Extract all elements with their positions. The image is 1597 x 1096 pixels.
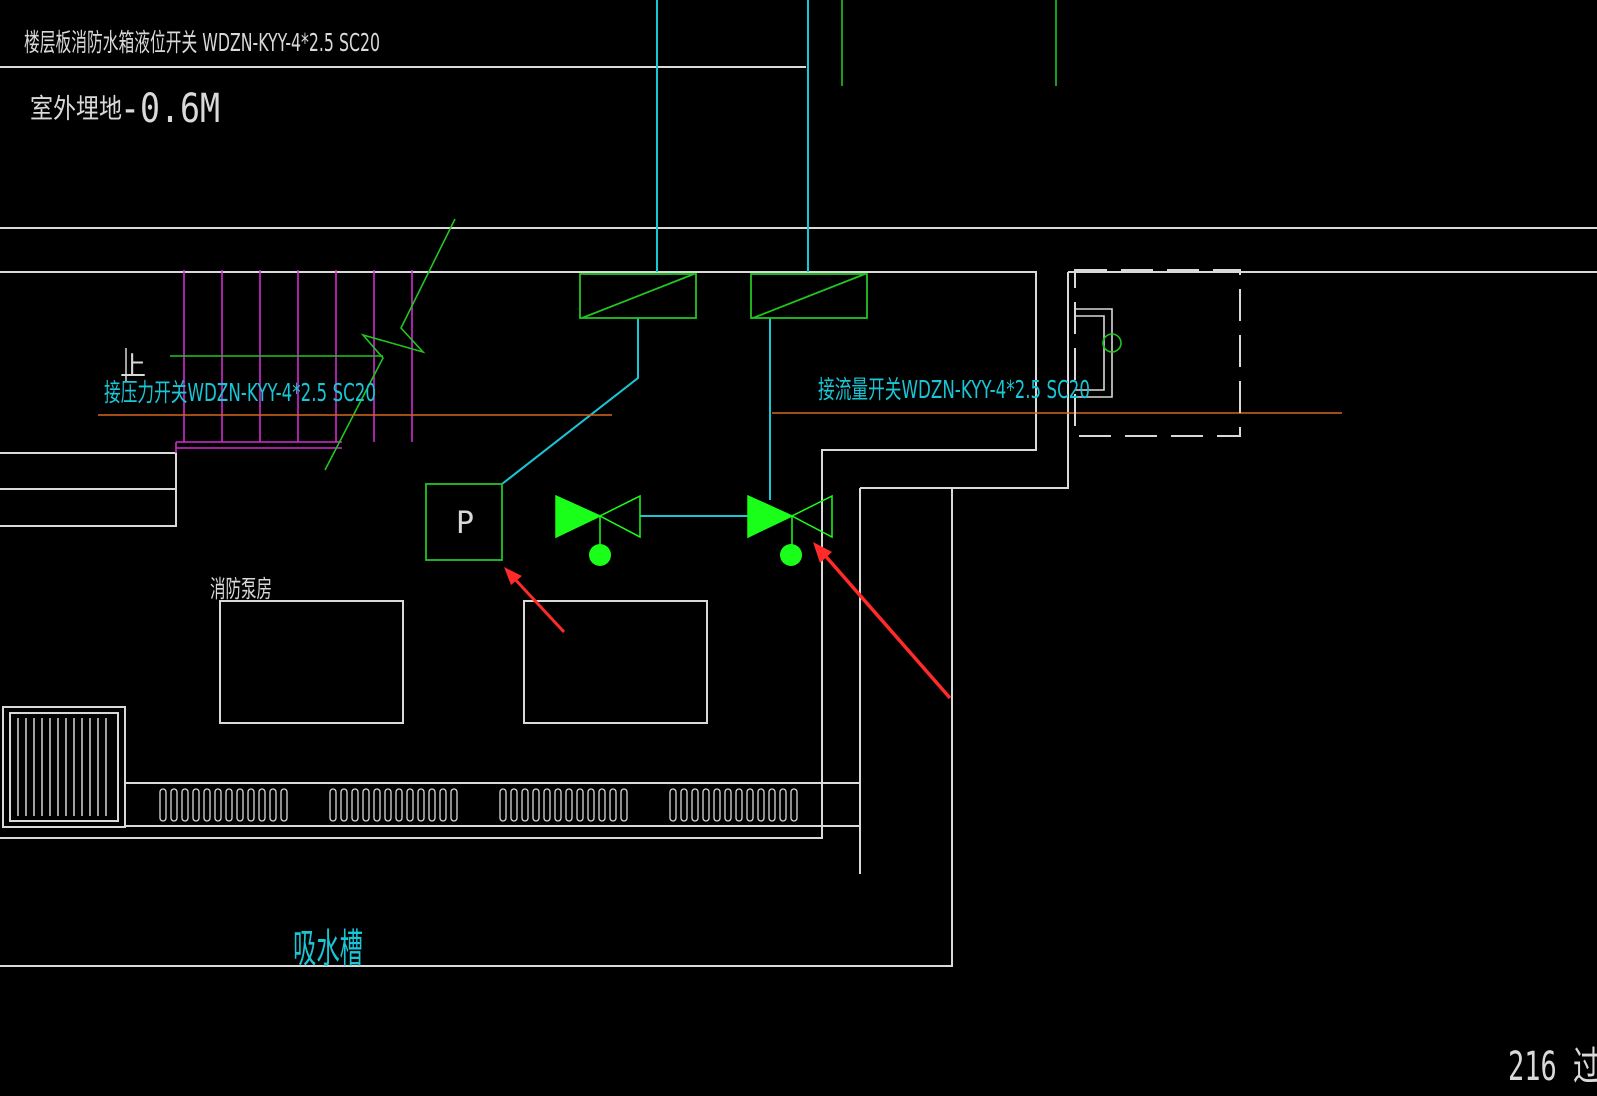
trench-slot <box>724 788 732 822</box>
trench-slot <box>702 788 710 822</box>
trench-slot <box>669 788 677 822</box>
trench-slot <box>779 788 787 822</box>
junction-box-left <box>579 273 697 319</box>
suction-tank-label: 吸水槽 <box>293 926 363 972</box>
trench-slot <box>192 788 200 822</box>
trench-slot <box>214 788 222 822</box>
trench-slot <box>565 788 573 822</box>
trench-slot <box>428 788 436 822</box>
dashed-equipment <box>1074 269 1241 437</box>
corner-label: 216 过 <box>1508 1044 1597 1090</box>
valve-left <box>555 494 641 566</box>
cables <box>501 0 809 517</box>
stair <box>175 270 413 453</box>
trench-slot <box>395 788 403 822</box>
trench-slot <box>170 788 178 822</box>
trench-slot <box>247 788 255 822</box>
trench-slot <box>521 788 529 822</box>
trench-slot <box>790 788 798 822</box>
trench-slot <box>757 788 765 822</box>
trench-slot <box>543 788 551 822</box>
break-line <box>324 218 456 471</box>
trench-slot <box>576 788 584 822</box>
trench-slot <box>181 788 189 822</box>
trench-slot <box>620 788 628 822</box>
trench-slot <box>598 788 606 822</box>
trench-slot <box>406 788 414 822</box>
trench-slot <box>554 788 562 822</box>
trench-slot <box>269 788 277 822</box>
trench-slot <box>362 788 370 822</box>
trench-slot <box>351 788 359 822</box>
outdoor-depth-label: -0.6M <box>120 86 220 132</box>
trench-slot <box>439 788 447 822</box>
sump-grate <box>17 718 107 816</box>
trench-drain <box>159 788 798 822</box>
trench-slot <box>713 788 721 822</box>
trench-slot <box>680 788 688 822</box>
trench-slot <box>746 788 754 822</box>
trench-slot <box>609 788 617 822</box>
outdoor-burial-label: 室外埋地 <box>30 94 122 125</box>
cable-label-right: 接流量开关WDZN-KYY-4*2.5 SC20 <box>818 375 1090 404</box>
trench-slot <box>203 788 211 822</box>
trench-slot <box>499 788 507 822</box>
trench-slot <box>384 788 392 822</box>
trench-slot <box>735 788 743 822</box>
trench-slot <box>340 788 348 822</box>
trench-slot <box>450 788 458 822</box>
red-arrow-left <box>504 567 566 634</box>
cable-label-left: 接压力开关WDZN-KYY-4*2.5 SC20 <box>104 378 376 407</box>
trench-slot <box>587 788 595 822</box>
trench-slot <box>280 788 288 822</box>
pressure-switch-label: P <box>456 506 474 541</box>
trench-slot <box>532 788 540 822</box>
walls <box>0 66 1597 967</box>
junction-box-right <box>750 273 868 319</box>
trench-slot <box>236 788 244 822</box>
red-arrow-right <box>813 542 952 700</box>
cad-drawing: P 楼层板消防水箱液位开关 WDZN-KYY-4*2.5 SC20 室外埋地 -… <box>0 0 1597 1090</box>
pump-left <box>219 600 404 724</box>
top-cable-label: 楼层板消防水箱液位开关 WDZN-KYY-4*2.5 SC20 <box>24 28 380 57</box>
trench-slot <box>258 788 266 822</box>
trench-slot <box>691 788 699 822</box>
trench-slot <box>510 788 518 822</box>
trench-slot <box>417 788 425 822</box>
trench-slot <box>373 788 381 822</box>
trench-slot <box>768 788 776 822</box>
trench-slot <box>329 788 337 822</box>
trench-slot <box>159 788 167 822</box>
pump-room-label: 消防泵房 <box>210 575 272 603</box>
trench-slot <box>225 788 233 822</box>
